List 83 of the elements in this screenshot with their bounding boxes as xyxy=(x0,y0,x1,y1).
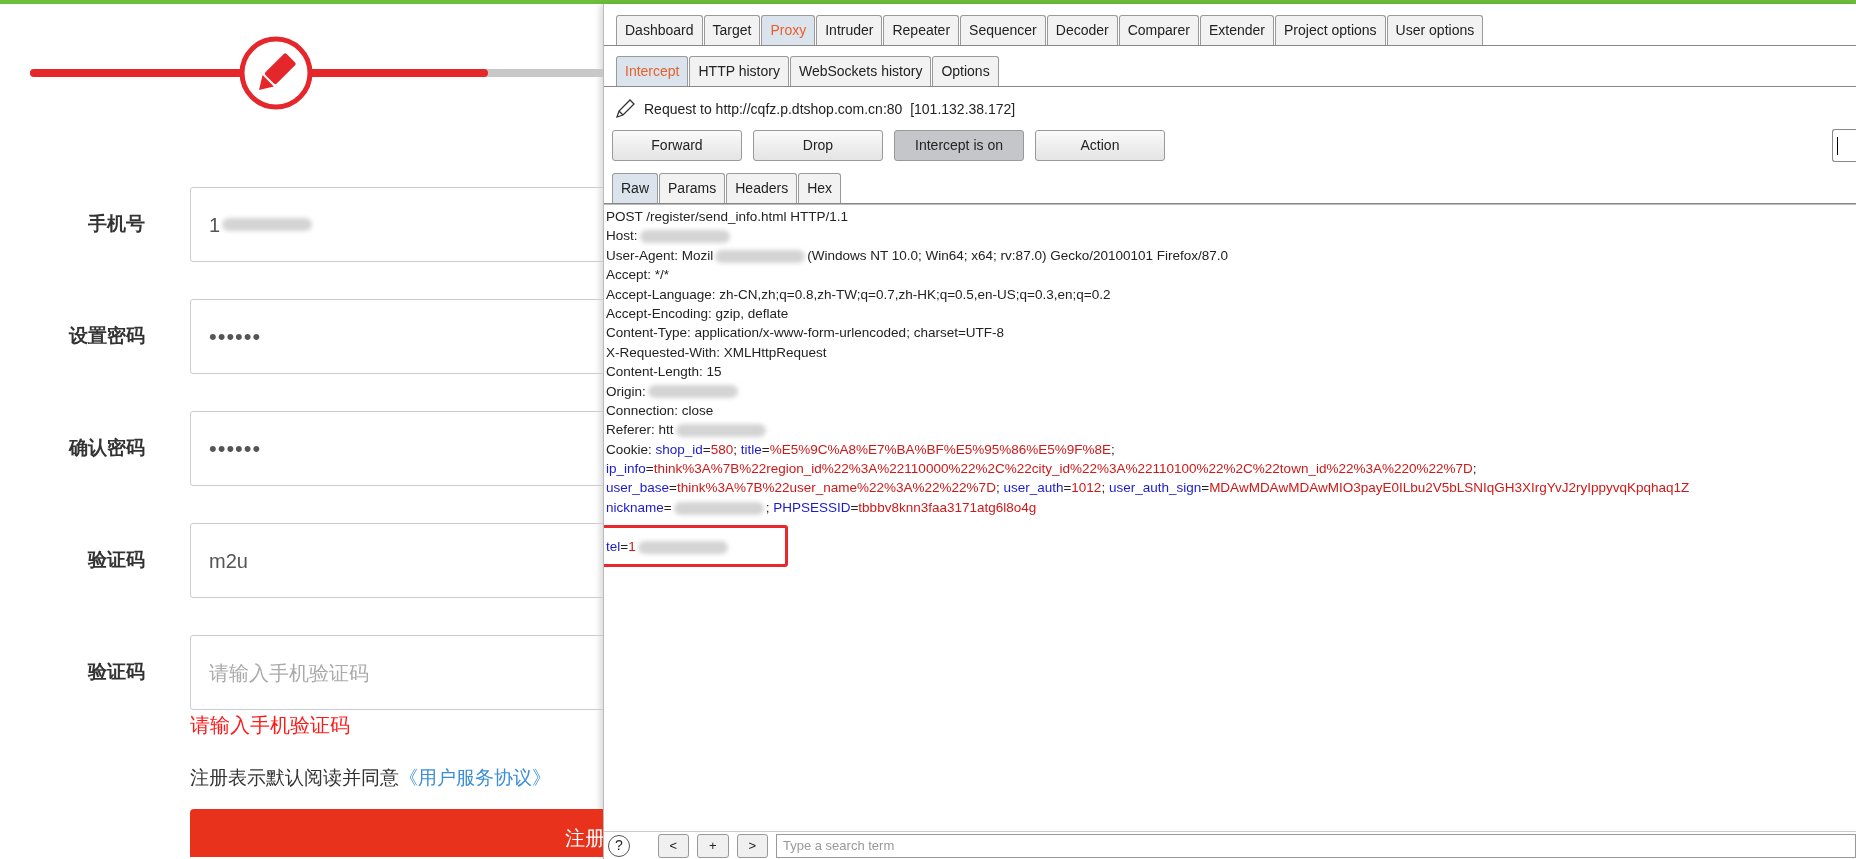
request-text: Origin: xyxy=(606,383,646,399)
request-text: ; xyxy=(1472,461,1477,477)
request-text: = xyxy=(1063,480,1072,496)
agreement-text: 注册表示默认阅读并同意 xyxy=(190,767,399,788)
param-value: 1 xyxy=(628,538,636,554)
request-text: User-Agent: Mozil xyxy=(606,247,714,263)
request-text: = xyxy=(1201,480,1210,496)
param-name: PHPSESSID xyxy=(773,499,851,515)
nav-button[interactable]: > xyxy=(736,833,768,858)
tab[interactable]: Sequencer xyxy=(960,15,1046,45)
request-text: POST /register/send_info.html HTTP/1.1 xyxy=(606,209,849,224)
request-text: = xyxy=(702,441,711,457)
request-text: = xyxy=(761,441,770,457)
request-text: Content-Length: 15 xyxy=(606,364,722,380)
tab[interactable]: Target xyxy=(703,15,761,45)
toolbar-button[interactable]: Intercept is on xyxy=(894,130,1024,161)
nav-button[interactable]: < xyxy=(657,833,690,858)
request-text: = xyxy=(620,538,629,554)
input-field[interactable]: 1 xyxy=(190,187,603,262)
input-field[interactable]: •••••• xyxy=(190,411,603,486)
tab[interactable]: Intruder xyxy=(816,15,883,45)
field-label: 手机号 xyxy=(87,212,145,237)
nav-button[interactable]: + xyxy=(697,833,729,858)
tab[interactable]: Raw xyxy=(612,173,658,203)
toolbar-button[interactable]: Action xyxy=(1035,130,1165,161)
param-name: tel xyxy=(606,538,621,554)
input-field[interactable]: m2u xyxy=(190,523,603,598)
tab[interactable]: HTTP history xyxy=(689,56,789,86)
request-text: Host: xyxy=(606,228,638,244)
param-name: shop_id xyxy=(655,441,703,457)
error-message: 请输入手机验证码 xyxy=(190,714,350,736)
param-value: think%3A%7B%22user_name%22%3A%22%22%7D xyxy=(676,480,996,496)
field-label: 验证码 xyxy=(86,660,145,685)
request-text: = xyxy=(645,461,654,477)
request-text: Content-Type: application/x-www-form-urlencoded; charset=UTF-8 xyxy=(606,325,1005,341)
param-name: nickname xyxy=(606,499,664,515)
tab[interactable]: Repeater xyxy=(883,15,960,45)
request-text: ; xyxy=(1101,480,1107,496)
request-text: ; xyxy=(765,499,771,515)
pencil-icon xyxy=(239,36,313,110)
request-target: Request to http://cqfz.p.dtshop.com.cn:80 [101.132.38.172] xyxy=(644,99,1016,119)
tab[interactable]: Headers xyxy=(726,173,798,203)
toolbar-button[interactable]: Forward xyxy=(612,130,742,161)
param-name: user_base xyxy=(606,480,670,496)
request-text: Accept: */* xyxy=(606,267,670,283)
param-value: tbbbv8knn3faa3171atg6l8o4g xyxy=(858,499,1037,515)
param-name: ip_info xyxy=(606,461,646,477)
tab[interactable]: Extender xyxy=(1199,15,1274,45)
tab[interactable]: User options xyxy=(1386,15,1484,45)
field-label: 确认密码 xyxy=(67,436,145,461)
request-text: Referer: htt xyxy=(606,422,674,438)
param-value: think%3A%7B%22region_id%22%3A%22110000%22%2C%22city_id%22%3A%22110100%22%2C%22town_id%22%3A%220%22%7D xyxy=(653,461,1473,477)
request-text: (Windows NT 10.0; Win64; x64; rv:87.0) Gecko/20100101 Firefox/87.0 xyxy=(807,247,1228,263)
tab[interactable]: Decoder xyxy=(1046,15,1118,45)
toolbar-button[interactable]: Drop xyxy=(753,130,883,161)
request-text: ; xyxy=(995,480,1001,496)
request-text: Accept-Language: zh-CN,zh;q=0.8,zh-TW;q=0.7,zh-HK;q=0.5,en-US;q=0.3,en;q=0.2 xyxy=(606,286,1111,302)
field-label: 验证码 xyxy=(86,548,145,573)
param-value: MDAwMDAwMDAwMIO3payE0ILbu2V5bLSNIqGH3XIrgYvJ2ryIppyvqKpqhaq1Z xyxy=(1209,480,1690,496)
tab[interactable]: Hex xyxy=(798,173,842,203)
tab[interactable]: Options xyxy=(932,56,999,86)
request-text: X-Requested-With: XMLHttpRequest xyxy=(606,344,827,360)
request-text: = xyxy=(850,499,859,515)
request-text: Connection: close xyxy=(606,402,714,418)
tab[interactable]: Comparer xyxy=(1118,15,1199,45)
param-name: title xyxy=(740,441,762,457)
request-text: ; xyxy=(1111,441,1115,457)
tab[interactable]: Params xyxy=(659,173,726,203)
request-text: Cookie: xyxy=(606,441,653,457)
request-text: Accept-Encoding: gzip, deflate xyxy=(606,305,789,321)
param-name: user_auth_sign xyxy=(1108,480,1202,496)
input-field[interactable]: •••••• xyxy=(190,299,603,374)
request-text: = xyxy=(663,499,672,515)
pencil-icon xyxy=(614,98,636,120)
request-text: = xyxy=(669,480,677,496)
input-field[interactable] xyxy=(1832,129,1856,162)
field-label: 设置密码 xyxy=(67,324,145,349)
param-name: user_auth xyxy=(1003,480,1064,496)
tab[interactable]: Project options xyxy=(1275,15,1386,45)
request-text: ; xyxy=(733,441,738,457)
agreement-link[interactable]: 《用户服务协议》 xyxy=(399,767,551,788)
tab[interactable]: Dashboard xyxy=(616,15,703,45)
tab[interactable]: WebSockets history xyxy=(789,56,932,86)
